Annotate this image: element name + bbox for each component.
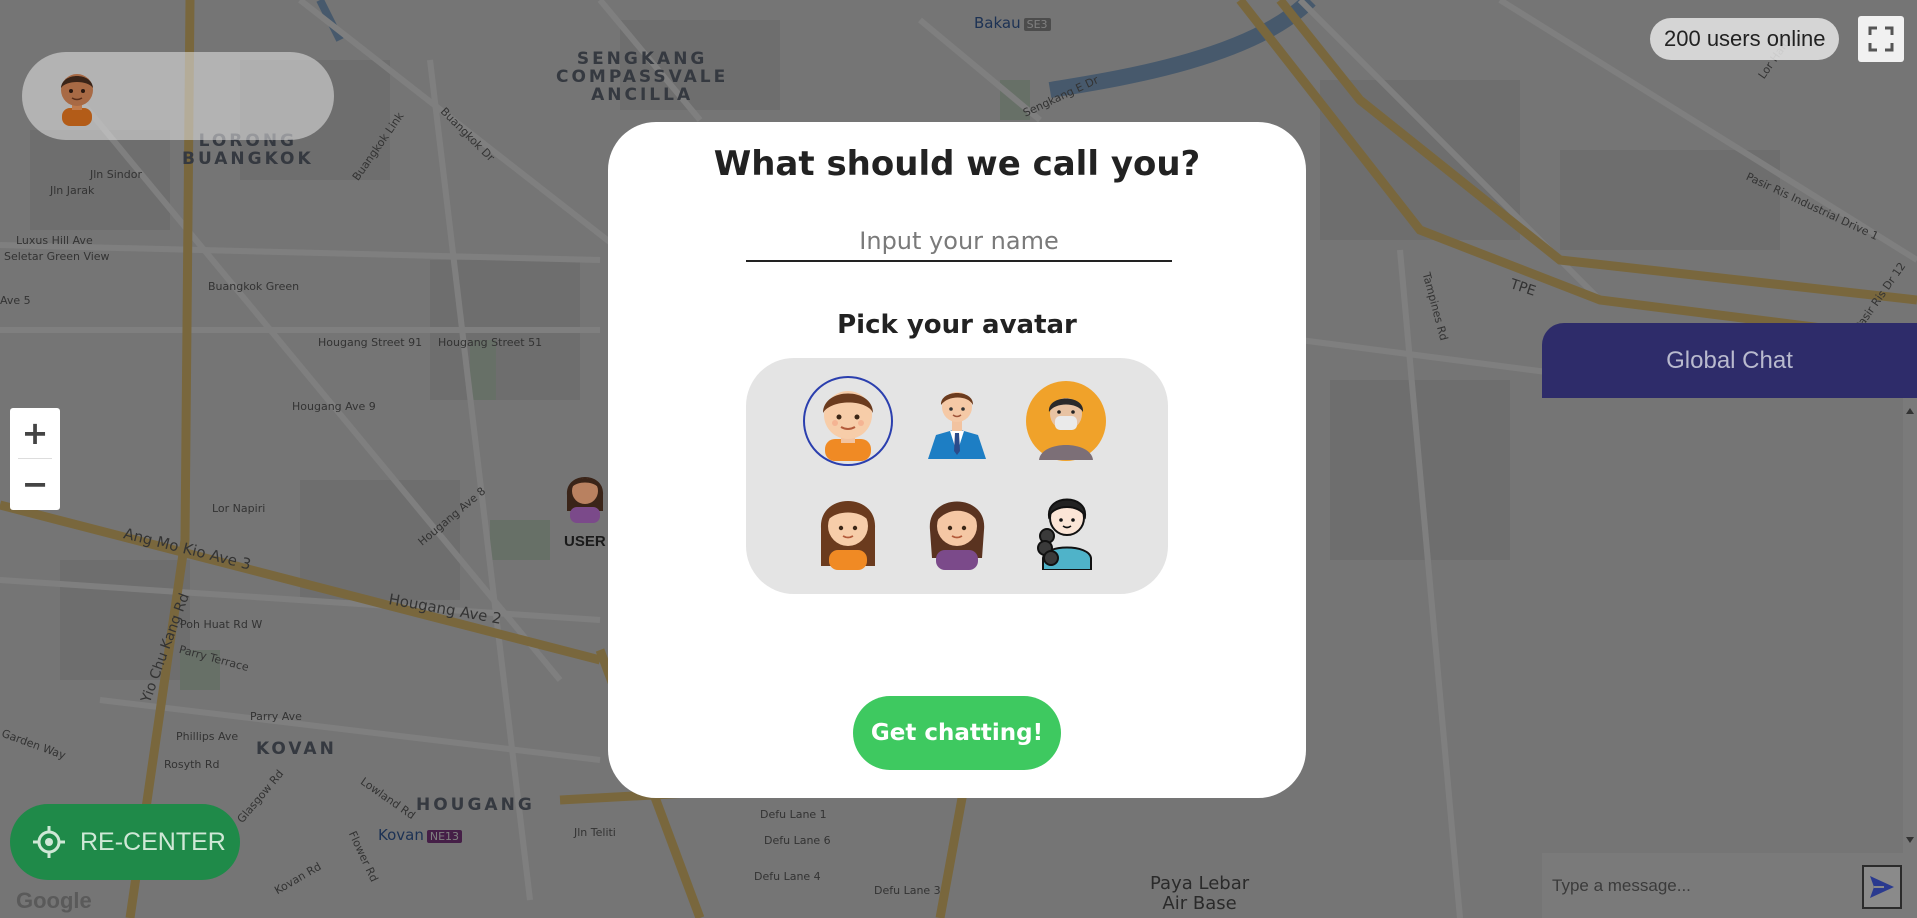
user-marker-label: USER	[564, 533, 606, 550]
boy-avatar-icon	[823, 391, 873, 461]
chat-messages[interactable]	[1542, 398, 1917, 853]
girl-avatar-icon	[820, 501, 876, 570]
masked-man-avatar-icon	[1026, 381, 1106, 461]
users-online-badge: 200 users online	[1650, 18, 1840, 60]
zoom-in-button[interactable]: +	[10, 408, 60, 458]
chat-scrollbar[interactable]	[1903, 398, 1917, 853]
send-icon	[1870, 876, 1894, 898]
recenter-label: RE-CENTER	[80, 827, 226, 856]
fullscreen-icon	[1868, 26, 1894, 52]
zoom-out-button[interactable]: −	[10, 459, 60, 509]
google-logo: Google	[16, 888, 92, 913]
curly-hair-woman-avatar-icon	[1037, 498, 1092, 570]
avatar-option-businessman[interactable]	[912, 376, 1002, 466]
name-avatar-modal: What should we call you? Pick your avata…	[608, 122, 1306, 798]
avatar-picker	[746, 358, 1168, 594]
current-user-card	[22, 52, 334, 140]
avatar-option-girl[interactable]	[803, 484, 893, 574]
recenter-button[interactable]: RE-CENTER	[10, 804, 240, 880]
chat-message-input[interactable]	[1550, 875, 1854, 897]
businessman-avatar-icon	[928, 392, 986, 459]
avatar-picker-title: Pick your avatar	[837, 310, 1077, 340]
woman-avatar-icon	[566, 477, 604, 523]
avatar-option-curly-hair-woman[interactable]	[1021, 484, 1111, 574]
zoom-control: + −	[10, 408, 60, 510]
crosshair-icon	[32, 825, 66, 859]
avatar-option-masked-man[interactable]	[1021, 376, 1111, 466]
avatar-option-woman[interactable]	[912, 484, 1002, 574]
user-map-marker[interactable]: USER	[562, 465, 608, 550]
chat-input-row	[1542, 853, 1917, 918]
fullscreen-button[interactable]	[1858, 16, 1904, 62]
name-input[interactable]	[746, 222, 1172, 262]
modal-title: What should we call you?	[713, 144, 1201, 184]
avatar-option-boy[interactable]	[803, 376, 893, 466]
chat-title: Global Chat	[1666, 346, 1793, 374]
chat-header[interactable]: Global Chat	[1542, 323, 1917, 398]
boy-avatar-icon	[54, 68, 100, 130]
get-chatting-button[interactable]: Get chatting!	[853, 696, 1061, 770]
woman-avatar-icon	[929, 501, 985, 570]
send-button[interactable]	[1862, 865, 1902, 909]
global-chat-panel: Global Chat	[1542, 323, 1917, 918]
